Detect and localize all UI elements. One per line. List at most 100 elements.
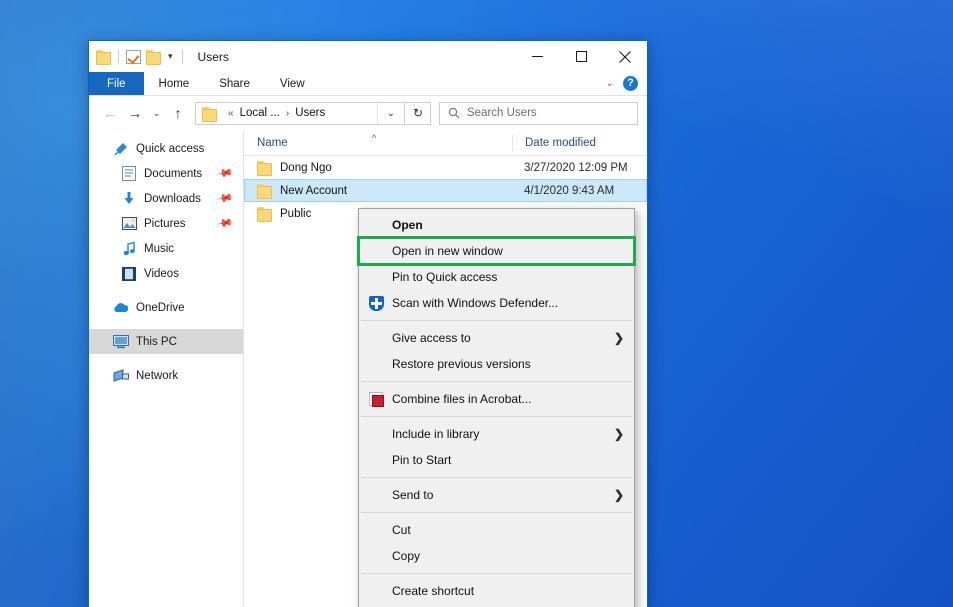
- sidebar-item-music[interactable]: Music: [89, 236, 243, 261]
- breadcrumb[interactable]: « Local ... › Users ⌄: [195, 101, 405, 125]
- chevron-down-icon[interactable]: ⌄: [376, 102, 404, 124]
- search-input[interactable]: Search Users: [439, 101, 638, 125]
- tab-home[interactable]: Home: [144, 72, 205, 95]
- minimize-button[interactable]: [515, 41, 559, 72]
- menu-item-label: Open in new window: [392, 244, 503, 258]
- chevron-right-icon: ❯: [613, 488, 624, 502]
- menu-item-label: Include in library: [392, 427, 480, 441]
- menu-item-create-shortcut[interactable]: Create shortcut: [359, 578, 634, 604]
- breadcrumb-overflow-icon[interactable]: «: [222, 108, 240, 119]
- forward-button[interactable]: →: [123, 101, 147, 125]
- tab-file[interactable]: File: [89, 72, 144, 95]
- menu-item-restore-previous-versions[interactable]: Restore previous versions: [359, 351, 634, 377]
- onedrive-cloud-icon: [113, 300, 129, 316]
- up-button[interactable]: ↑: [166, 101, 190, 125]
- menu-item-copy[interactable]: Copy: [359, 543, 634, 569]
- recent-locations-button[interactable]: ⌄: [148, 101, 165, 125]
- chevron-down-icon[interactable]: ▾: [166, 52, 175, 61]
- menu-item-label: Combine files in Acrobat...: [392, 392, 532, 406]
- back-button[interactable]: ←: [98, 101, 122, 125]
- close-button[interactable]: [603, 41, 647, 72]
- address-bar: ← → ⌄ ↑ « Local ... › Users ⌄ ↻ Search U…: [89, 96, 647, 130]
- acrobat-icon: [368, 391, 384, 407]
- menu-item-combine-files-in-acrobat[interactable]: Combine files in Acrobat...: [359, 386, 634, 412]
- sidebar-item-downloads[interactable]: Downloads 📌: [89, 186, 243, 211]
- folder-icon: [257, 184, 272, 199]
- pin-icon[interactable]: 📌: [216, 164, 235, 183]
- sidebar-item-documents[interactable]: Documents 📌: [89, 161, 243, 186]
- sidebar-item-label: Pictures: [144, 217, 186, 230]
- search-icon: [448, 107, 460, 119]
- help-icon[interactable]: ?: [623, 76, 638, 91]
- ribbon-tab-strip: File Home Share View ⌄ ?: [89, 72, 647, 96]
- menu-item-pin-to-quick-access[interactable]: Pin to Quick access: [359, 264, 634, 290]
- file-name-label: New Account: [280, 184, 348, 197]
- downloads-icon: [121, 191, 137, 207]
- tab-share[interactable]: Share: [204, 72, 265, 95]
- file-name-cell: New Account: [245, 184, 513, 199]
- menu-item-send-to[interactable]: Send to ❯: [359, 482, 634, 508]
- sidebar-item-network[interactable]: Network: [89, 363, 243, 388]
- menu-item-label: Pin to Quick access: [392, 270, 498, 284]
- file-name-cell: Dong Ngo: [244, 161, 512, 176]
- chevron-down-icon[interactable]: ⌄: [606, 78, 614, 89]
- column-header-name-label: Name: [257, 136, 288, 149]
- column-header-name[interactable]: Name ^: [244, 133, 512, 149]
- pin-icon[interactable]: 📌: [216, 214, 235, 233]
- sort-ascending-icon: ^: [372, 132, 377, 143]
- menu-item-label: Pin to Start: [392, 453, 452, 467]
- sidebar-item-onedrive[interactable]: OneDrive: [89, 295, 243, 320]
- toolbar-divider: [181, 50, 183, 63]
- file-date-cell: 3/27/2020 12:09 PM: [524, 161, 628, 174]
- menu-item-give-access-to[interactable]: Give access to ❯: [359, 325, 634, 351]
- menu-item-pin-to-start[interactable]: Pin to Start: [359, 447, 634, 473]
- tab-view[interactable]: View: [265, 72, 320, 95]
- sidebar-item-videos[interactable]: Videos: [89, 261, 243, 286]
- maximize-button[interactable]: [559, 41, 603, 72]
- videos-icon: [121, 266, 137, 282]
- window-title: Users: [197, 49, 229, 64]
- sidebar-item-quick-access[interactable]: Quick access: [89, 136, 243, 161]
- sidebar-item-label: Quick access: [136, 142, 205, 155]
- menu-separator: [361, 381, 632, 382]
- refresh-button[interactable]: ↻: [406, 101, 431, 125]
- toolbar-divider: [118, 50, 119, 63]
- pin-icon[interactable]: 📌: [216, 189, 235, 208]
- sidebar-item-this-pc[interactable]: This PC: [89, 329, 243, 354]
- menu-separator: [361, 573, 632, 574]
- sidebar-item-label: Network: [136, 369, 179, 382]
- folder-icon[interactable]: [96, 50, 111, 65]
- properties-check-icon[interactable]: [126, 49, 141, 64]
- column-header-date-modified[interactable]: Date modified: [512, 134, 596, 151]
- pictures-icon: [121, 216, 137, 232]
- folder-icon: [202, 106, 217, 122]
- breadcrumb-item-local[interactable]: Local ...: [240, 107, 280, 119]
- file-name-label: Public: [280, 207, 312, 220]
- ribbon-spacer: [320, 72, 606, 95]
- new-folder-icon[interactable]: [146, 50, 161, 65]
- menu-item-label: Cut: [392, 523, 411, 537]
- file-date-cell: 4/1/2020 9:43 AM: [524, 184, 615, 197]
- sidebar-item-label: Music: [144, 242, 175, 255]
- menu-item-scan-with-windows-defender[interactable]: Scan with Windows Defender...: [359, 290, 634, 316]
- context-menu: Open Open in new window Pin to Quick acc…: [357, 208, 636, 607]
- breadcrumb-item-users[interactable]: Users: [295, 107, 325, 119]
- menu-separator: [361, 320, 632, 321]
- menu-item-open[interactable]: Open: [359, 212, 634, 238]
- desktop-background: ▾ Users File Home Share View ⌄ ? ← → ⌄ ↑…: [0, 0, 953, 607]
- table-row[interactable]: New Account 4/1/2020 9:43 AM: [244, 179, 647, 202]
- pin-star-icon: [113, 141, 129, 157]
- sidebar-item-pictures[interactable]: Pictures 📌: [89, 211, 243, 236]
- menu-item-open-in-new-window[interactable]: Open in new window: [357, 236, 636, 266]
- table-row[interactable]: Dong Ngo 3/27/2020 12:09 PM: [244, 156, 647, 179]
- menu-item-cut[interactable]: Cut: [359, 517, 634, 543]
- menu-item-include-in-library[interactable]: Include in library ❯: [359, 421, 634, 447]
- music-icon: [121, 241, 137, 257]
- menu-item-label: Give access to: [392, 331, 471, 345]
- navigation-pane: Quick access Documents 📌 Downloads 📌 Pic…: [89, 130, 244, 607]
- window-controls: [515, 41, 647, 72]
- menu-separator: [361, 512, 632, 513]
